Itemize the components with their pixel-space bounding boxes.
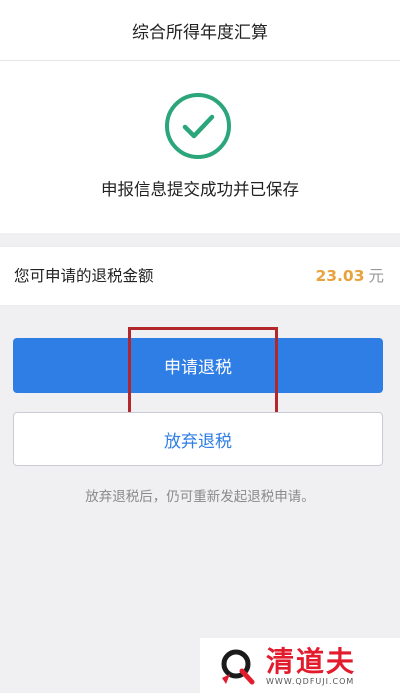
refund-amount-row: 您可申请的退税金额 23.03 元 bbox=[0, 246, 400, 306]
refund-label: 您可申请的退税金额 bbox=[14, 267, 154, 285]
success-message: 申报信息提交成功并已保存 bbox=[101, 180, 299, 199]
watermark-url: WWW.QDFUJI.COM bbox=[266, 677, 355, 686]
q-logo-icon bbox=[221, 649, 255, 685]
apply-refund-button[interactable]: 申请退税 bbox=[13, 338, 383, 393]
refund-unit: 元 bbox=[368, 267, 384, 285]
watermark: 清道夫 WWW.QDFUJI.COM bbox=[200, 638, 400, 693]
page-title: 综合所得年度汇算 bbox=[132, 22, 268, 43]
check-circle-icon bbox=[165, 93, 231, 159]
abandon-refund-button[interactable]: 放弃退税 bbox=[13, 412, 383, 466]
refund-amount: 23.03 bbox=[315, 267, 365, 285]
watermark-brand: 清道夫 bbox=[266, 645, 357, 678]
page-header: 综合所得年度汇算 bbox=[0, 0, 400, 61]
success-panel: 申报信息提交成功并已保存 bbox=[0, 61, 400, 233]
hint-text: 放弃退税后，仍可重新发起退税申请。 bbox=[85, 489, 315, 505]
refund-amount-group: 23.03 元 bbox=[315, 247, 384, 305]
